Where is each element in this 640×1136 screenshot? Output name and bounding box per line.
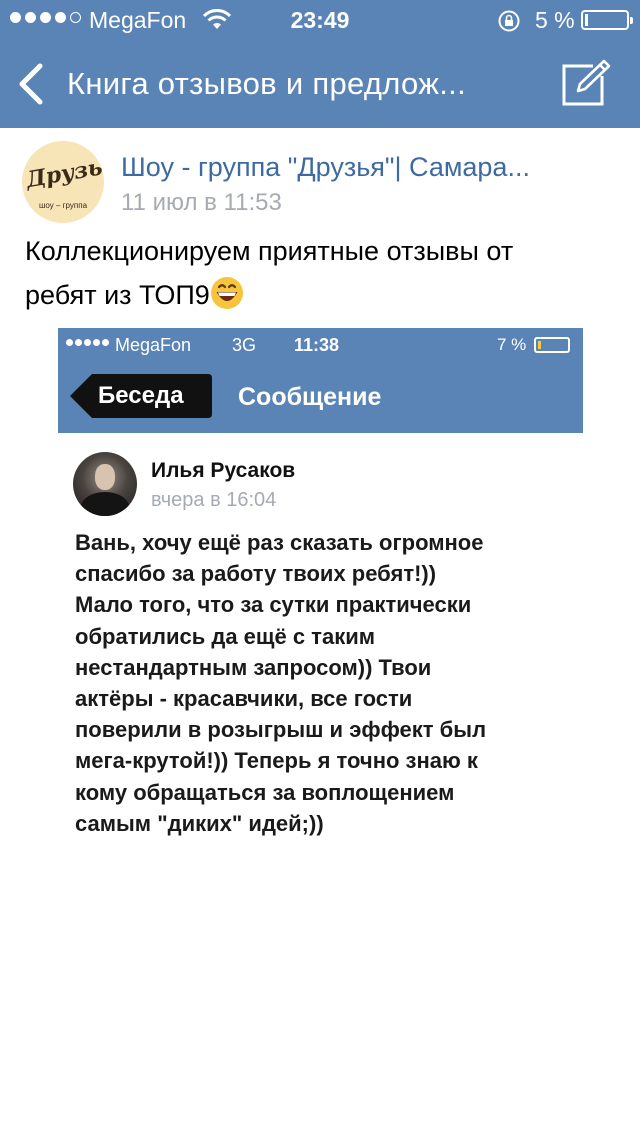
post-text: Коллекционируем приятные отзывы от ребят… xyxy=(25,229,625,317)
message-line: обратились да ещё с таким xyxy=(75,623,375,649)
embedded-time: 11:38 xyxy=(294,335,340,355)
navigation-bar: Книга отзывов и предлож... xyxy=(0,40,640,128)
embedded-battery-percent: 7 % xyxy=(497,335,527,354)
top-bar: MegaFon 23:49 5 % Книга отзывов и предло… xyxy=(0,0,640,128)
post-header: Друзья шоу – группа Шоу - группа "Друзья… xyxy=(0,128,640,228)
signal-dot xyxy=(66,339,73,346)
post-text-line-content: ребят из ТОП9 xyxy=(25,280,210,310)
group-name-link[interactable]: Шоу - группа "Друзья"| Самара... xyxy=(121,152,530,183)
signal-dot xyxy=(75,339,82,346)
signal-dot xyxy=(102,339,109,346)
avatar-face xyxy=(95,464,115,490)
status-bar: MegaFon 23:49 5 % xyxy=(0,0,640,40)
avatar-logo-text: Друзья xyxy=(24,151,104,194)
post-date: 11 июл в 11:53 xyxy=(121,189,282,216)
page-title: Книга отзывов и предлож... xyxy=(67,66,466,101)
message-date: вчера в 16:04 xyxy=(151,489,277,511)
battery-icon xyxy=(581,10,633,30)
battery-percent: 5 % xyxy=(535,7,575,33)
battery-nub xyxy=(630,17,633,24)
embedded-network: 3G xyxy=(232,335,257,355)
embedded-battery-level xyxy=(538,341,541,349)
author-name: Илья Русаков xyxy=(151,459,296,482)
embedded-carrier: MegaFon xyxy=(115,335,192,355)
message-line: самым "диких" идей;)) xyxy=(75,810,324,836)
embedded-back-label: Беседа xyxy=(98,382,184,409)
embedded-signal-icon xyxy=(66,339,109,346)
message-line: актёры - красавчики, все гости xyxy=(75,686,413,712)
message-line: поверили в розыгрыш и эффект был xyxy=(75,717,487,743)
embedded-top-bar: MegaFon 3G 11:38 7 % Беседа Сообщение xyxy=(58,328,583,433)
message-line: нестандартным запросом)) Твои xyxy=(75,654,432,680)
battery-level xyxy=(585,14,588,26)
message-line: кому обращаться за воплощением xyxy=(75,779,455,805)
embedded-title: Сообщение xyxy=(238,383,382,411)
post-text-line-2: ребят из ТОП9 xyxy=(25,273,625,317)
embedded-screenshot-image[interactable]: MegaFon 3G 11:38 7 % Беседа Сообщение Ил… xyxy=(58,328,583,848)
post-text-line: Коллекционируем приятные отзывы от xyxy=(25,236,514,266)
compose-button[interactable] xyxy=(560,58,612,108)
rotation-lock-icon xyxy=(498,10,520,32)
avatar-subtitle: шоу – группа xyxy=(38,201,88,210)
avatar-suit xyxy=(81,492,129,516)
author-avatar xyxy=(73,452,137,516)
message-line: спасибо за работу твоих ребят!)) xyxy=(75,561,437,587)
message-line: мега-крутой!)) Теперь я точно знаю к xyxy=(75,748,478,774)
message-line: Вань, хочу ещё раз сказать огромное xyxy=(75,530,484,555)
signal-dot xyxy=(84,339,91,346)
grinning-face-emoji-icon xyxy=(210,277,243,309)
embedded-battery-icon xyxy=(534,337,570,353)
message-line: Мало того, что за сутки практически xyxy=(75,592,472,618)
back-button[interactable] xyxy=(14,62,46,106)
message-body: Вань, хочу ещё раз сказать огромное спас… xyxy=(75,527,580,839)
group-avatar[interactable]: Друзья шоу – группа xyxy=(22,141,104,223)
signal-dot xyxy=(93,339,100,346)
